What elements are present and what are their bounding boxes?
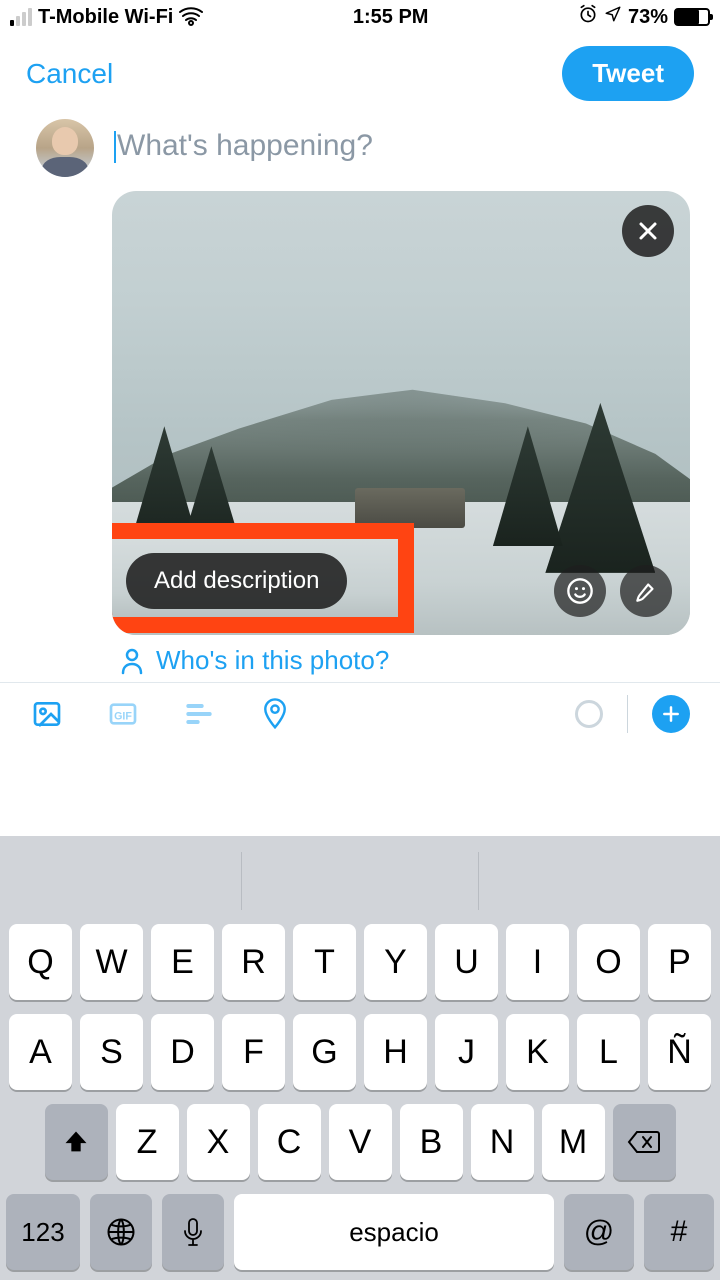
key-u[interactable]: U: [435, 924, 498, 1000]
divider-vertical: [627, 695, 628, 733]
compose-toolbar: GIF: [0, 683, 720, 745]
key-z[interactable]: Z: [116, 1104, 179, 1180]
key-x[interactable]: X: [187, 1104, 250, 1180]
tweet-button[interactable]: Tweet: [562, 46, 694, 101]
remove-image-button[interactable]: [622, 205, 674, 257]
brush-icon: [633, 578, 659, 604]
key-j[interactable]: J: [435, 1014, 498, 1090]
battery-icon: [674, 8, 710, 26]
add-description-button[interactable]: Add description: [126, 553, 347, 609]
location-icon: [604, 5, 622, 29]
mic-icon: [182, 1217, 204, 1247]
wifi-icon: [179, 7, 203, 27]
key-k[interactable]: K: [506, 1014, 569, 1090]
key-v[interactable]: V: [329, 1104, 392, 1180]
edit-image-button[interactable]: [620, 565, 672, 617]
tweet-input[interactable]: What's happening?: [114, 119, 690, 163]
cancel-button[interactable]: Cancel: [26, 58, 113, 90]
keyboard-row-2: ASDFGHJKLÑ: [6, 1014, 714, 1090]
key-n[interactable]: N: [471, 1104, 534, 1180]
shift-key[interactable]: [45, 1104, 108, 1180]
key-e[interactable]: E: [151, 924, 214, 1000]
key-o[interactable]: O: [577, 924, 640, 1000]
poll-icon: [182, 697, 216, 731]
compose-header: Cancel Tweet: [0, 34, 720, 111]
image-icon[interactable]: [30, 697, 64, 731]
tag-people-label: Who's in this photo?: [156, 645, 389, 676]
globe-icon: [106, 1217, 136, 1247]
compose-row: What's happening?: [0, 111, 720, 185]
tweet-placeholder: What's happening?: [117, 129, 373, 162]
smile-icon: [566, 577, 594, 605]
battery-pct: 73%: [628, 6, 668, 29]
key-ñ[interactable]: Ñ: [648, 1014, 711, 1090]
globe-key[interactable]: [90, 1194, 152, 1270]
status-bar: T-Mobile Wi-Fi 1:55 PM 73%: [0, 0, 720, 34]
keyboard-row-3: ZXCVBNM: [6, 1104, 714, 1180]
add-thread-button[interactable]: [652, 695, 690, 733]
key-g[interactable]: G: [293, 1014, 356, 1090]
suggestion-bar[interactable]: [6, 852, 714, 910]
signal-icon: [10, 8, 32, 26]
alarm-icon: [578, 4, 598, 30]
key-a[interactable]: A: [9, 1014, 72, 1090]
svg-text:GIF: GIF: [114, 710, 132, 722]
numbers-key[interactable]: 123: [6, 1194, 80, 1270]
close-icon: [636, 219, 660, 243]
key-c[interactable]: C: [258, 1104, 321, 1180]
key-m[interactable]: M: [542, 1104, 605, 1180]
key-i[interactable]: I: [506, 924, 569, 1000]
clock: 1:55 PM: [353, 6, 429, 29]
gif-icon: GIF: [106, 697, 140, 731]
location-pin-icon[interactable]: [258, 697, 292, 731]
carrier-label: T-Mobile Wi-Fi: [38, 6, 173, 29]
tag-people-row[interactable]: Who's in this photo?: [0, 635, 720, 682]
key-p[interactable]: P: [648, 924, 711, 1000]
key-f[interactable]: F: [222, 1014, 285, 1090]
keyboard: QWERTYUIOP ASDFGHJKLÑ ZXCVBNM 123 espaci…: [0, 836, 720, 1280]
person-icon: [120, 647, 144, 675]
plus-icon: [661, 704, 681, 724]
key-y[interactable]: Y: [364, 924, 427, 1000]
key-l[interactable]: L: [577, 1014, 640, 1090]
key-t[interactable]: T: [293, 924, 356, 1000]
sticker-button[interactable]: [554, 565, 606, 617]
backspace-icon: [627, 1129, 661, 1155]
hash-key[interactable]: #: [644, 1194, 714, 1270]
at-key[interactable]: @: [564, 1194, 634, 1270]
key-r[interactable]: R: [222, 924, 285, 1000]
keyboard-row-4: 123 espacio @ #: [6, 1194, 714, 1270]
avatar[interactable]: [36, 119, 94, 177]
key-s[interactable]: S: [80, 1014, 143, 1090]
character-count: [575, 700, 603, 728]
key-h[interactable]: H: [364, 1014, 427, 1090]
keyboard-row-1: QWERTYUIOP: [6, 924, 714, 1000]
space-key[interactable]: espacio: [234, 1194, 554, 1270]
attached-image[interactable]: Add description: [112, 191, 690, 635]
shift-icon: [62, 1128, 90, 1156]
key-d[interactable]: D: [151, 1014, 214, 1090]
dictation-key[interactable]: [162, 1194, 224, 1270]
key-w[interactable]: W: [80, 924, 143, 1000]
key-b[interactable]: B: [400, 1104, 463, 1180]
backspace-key[interactable]: [613, 1104, 676, 1180]
key-q[interactable]: Q: [9, 924, 72, 1000]
